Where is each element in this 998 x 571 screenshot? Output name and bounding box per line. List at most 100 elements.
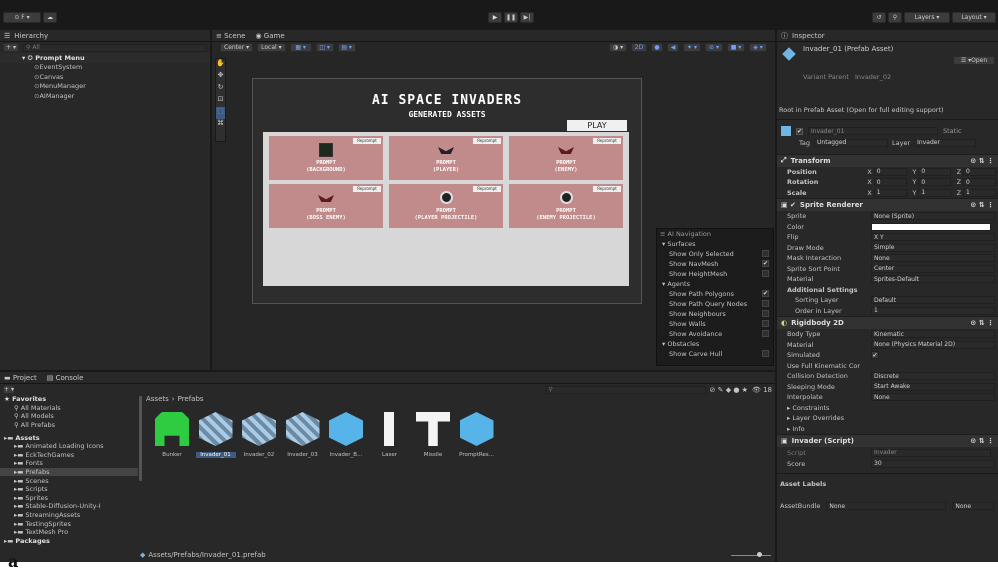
play-game-button[interactable]: PLAY bbox=[567, 120, 627, 131]
camera-button[interactable]: ■ ▾ bbox=[727, 43, 745, 52]
favorite-item[interactable]: ⚲ All Models bbox=[0, 412, 138, 421]
space-dropdown[interactable]: Local ▾ bbox=[257, 43, 286, 52]
axis-label[interactable]: Y bbox=[909, 189, 916, 197]
transform-label[interactable]: Scale bbox=[787, 189, 864, 197]
color-field[interactable] bbox=[871, 222, 991, 231]
rotate-tool-icon[interactable]: ↻ bbox=[216, 83, 225, 95]
asset-tile[interactable]: Invader_B... bbox=[326, 412, 366, 482]
hierarchy-item[interactable]: ⊙ MenuManager bbox=[0, 82, 210, 92]
sprite-renderer-menu-icon[interactable]: ⊙ ⇅ ⋮ bbox=[970, 201, 994, 209]
reprompt-button[interactable]: Reprompt bbox=[473, 186, 501, 192]
move-tool-icon[interactable]: ✥ bbox=[216, 71, 225, 83]
ai-navigation-section[interactable]: ▾ Surfaces bbox=[657, 239, 773, 249]
folder-item[interactable]: ▸▬ Prefabs bbox=[0, 467, 138, 477]
ai-navigation-option[interactable]: Show Carve Hull bbox=[657, 349, 773, 359]
axis-label[interactable]: Y bbox=[909, 178, 916, 186]
snap-grid-button[interactable]: ▤ ▾ bbox=[337, 43, 356, 52]
checkbox[interactable] bbox=[762, 320, 769, 327]
ai-navigation-option[interactable]: Show HeightMesh bbox=[657, 269, 773, 279]
scale-tool-icon[interactable]: ⊡ bbox=[216, 95, 225, 107]
tree-scrollbar[interactable] bbox=[139, 396, 142, 481]
asset-tile[interactable]: Invader_02 bbox=[239, 412, 279, 482]
hierarchy-root[interactable]: ▾ ✪ Prompt Menu bbox=[0, 53, 210, 63]
ai-navigation-section[interactable]: ▾ Agents bbox=[657, 279, 773, 289]
ai-navigation-option[interactable]: Show Path Query Nodes bbox=[657, 299, 773, 309]
asset-bundle-dropdown[interactable]: None bbox=[826, 502, 947, 510]
ai-navigation-option[interactable]: Show Only Selected bbox=[657, 249, 773, 259]
property-value[interactable]: None (Sprite) bbox=[871, 212, 995, 221]
axis-field-z[interactable]: 0 bbox=[963, 167, 996, 176]
reprompt-button[interactable]: Reprompt bbox=[353, 186, 381, 192]
reprompt-button[interactable]: Reprompt bbox=[593, 186, 621, 192]
property-value[interactable]: Discrete bbox=[871, 372, 995, 381]
axis-label[interactable]: Y bbox=[909, 168, 916, 176]
ai-navigation-option[interactable]: Show NavMesh ✔ bbox=[657, 259, 773, 269]
axis-label[interactable]: X bbox=[864, 168, 871, 176]
shading-button[interactable]: ◑ ▾ bbox=[609, 43, 627, 52]
project-search-input[interactable]: ⚲ bbox=[545, 385, 706, 394]
folder-item[interactable]: ▸▬ Fonts bbox=[0, 459, 138, 468]
ai-navigation-option[interactable]: Show Walls bbox=[657, 319, 773, 329]
score-field[interactable]: 30 bbox=[871, 459, 995, 468]
asset-tile[interactable]: Laser bbox=[370, 412, 410, 482]
property-value[interactable]: ✔ bbox=[871, 351, 879, 360]
axis-field-x[interactable]: 0 bbox=[873, 167, 907, 176]
property-value[interactable]: Sprites-Default bbox=[871, 275, 995, 284]
script-menu-icon[interactable]: ⊙ ⇅ ⋮ bbox=[970, 437, 994, 445]
axis-label[interactable]: X bbox=[864, 178, 871, 186]
cloud-button[interactable]: ☁ bbox=[43, 12, 57, 23]
axis-label[interactable]: Z bbox=[953, 178, 961, 186]
help-icon[interactable]: ⊙ ⇅ ⋮ bbox=[970, 157, 994, 165]
reprompt-button[interactable]: Reprompt bbox=[593, 138, 621, 144]
checkbox[interactable] bbox=[762, 270, 769, 277]
hierarchy-search-input[interactable]: ⚲ All bbox=[23, 43, 207, 52]
hierarchy-item[interactable]: ⊙ Canvas bbox=[0, 72, 210, 82]
transform-label[interactable]: Position bbox=[787, 168, 864, 176]
folder-item[interactable]: ▸▬ Scripts bbox=[0, 485, 138, 494]
axis-label[interactable]: X bbox=[864, 189, 871, 197]
favorite-item[interactable]: ⚲ All Materials bbox=[0, 404, 138, 413]
hierarchy-item[interactable]: ⊙ AIManager bbox=[0, 91, 210, 101]
property-value[interactable]: X Y bbox=[871, 233, 995, 242]
property-value[interactable]: Simple bbox=[871, 243, 995, 252]
rigidbody-menu-icon[interactable]: ⊙ ⇅ ⋮ bbox=[970, 319, 994, 327]
reprompt-button[interactable]: Reprompt bbox=[473, 138, 501, 144]
active-checkbox[interactable]: ✔ bbox=[796, 127, 803, 135]
axis-label[interactable]: Z bbox=[953, 168, 961, 176]
folder-item[interactable]: ▸▬ Stable-Diffusion-Unity-I bbox=[0, 502, 138, 511]
folder-item[interactable]: ▸▬ Assets bbox=[0, 433, 138, 442]
folder-item[interactable]: ▸▬ Animated Loading Icons bbox=[0, 442, 138, 451]
property-value[interactable]: 1 bbox=[871, 306, 995, 315]
checkbox[interactable] bbox=[762, 310, 769, 317]
hierarchy-tab[interactable]: ☰ Hierarchy bbox=[0, 30, 210, 42]
layers-dropdown[interactable]: Layers ▾ bbox=[904, 12, 950, 23]
rigidbody-header[interactable]: ◐ Rigidbody 2D ⊙ ⇅ ⋮ bbox=[777, 316, 998, 329]
property-value[interactable]: None (Physics Material 2D) bbox=[871, 340, 995, 349]
axis-field-y[interactable]: 0 bbox=[918, 178, 952, 187]
axis-field-x[interactable]: 1 bbox=[873, 188, 907, 197]
audio-button[interactable]: ◀ bbox=[667, 43, 679, 52]
checkbox[interactable]: ✔ bbox=[762, 260, 769, 267]
favorite-item[interactable]: ★ Favorites bbox=[0, 395, 138, 404]
checkbox[interactable] bbox=[762, 330, 769, 337]
mode-2d-button[interactable]: 2D bbox=[631, 43, 647, 52]
breadcrumb-assets[interactable]: Assets bbox=[146, 395, 169, 405]
hierarchy-item[interactable]: ⊙ EventSystem bbox=[0, 63, 210, 73]
folder-item[interactable]: ▸▬ Sprites bbox=[0, 494, 138, 503]
project-add-button[interactable]: + ▾ bbox=[3, 385, 15, 394]
hierarchy-add-button[interactable]: + ▾ bbox=[3, 43, 19, 52]
ai-navigation-option[interactable]: Show Path Polygons ✔ bbox=[657, 289, 773, 299]
property-value[interactable]: Center bbox=[871, 264, 995, 273]
property-value[interactable]: Default bbox=[871, 296, 995, 305]
axis-label[interactable]: Z bbox=[953, 189, 961, 197]
folder-item[interactable]: ▸▬ Packages bbox=[0, 537, 138, 546]
axis-field-z[interactable]: 1 bbox=[963, 188, 996, 197]
folder-item[interactable]: ▸▬ StreamingAssets bbox=[0, 511, 138, 520]
lighting-button[interactable]: ● bbox=[651, 43, 663, 52]
visibility-button[interactable]: ⊘ ▾ bbox=[705, 43, 723, 52]
layout-dropdown[interactable]: Layout ▾ bbox=[952, 12, 996, 23]
folder-item[interactable]: ▸▬ Scenes bbox=[0, 476, 138, 485]
layer-dropdown[interactable]: Invader bbox=[914, 138, 977, 147]
folder-item[interactable]: ▸▬ TextMesh Pro bbox=[0, 528, 138, 537]
fx-button[interactable]: ✦ ▾ bbox=[683, 43, 701, 52]
